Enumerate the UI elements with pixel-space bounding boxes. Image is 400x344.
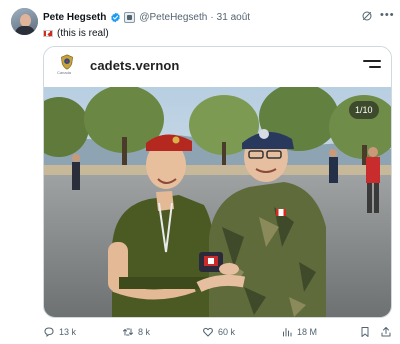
photo-illustration [44, 87, 391, 317]
separator: · [210, 11, 214, 23]
share-button[interactable] [380, 325, 396, 339]
tweet-date[interactable]: 31 août [217, 12, 250, 23]
hamburger-menu-icon[interactable] [363, 59, 381, 69]
share-icon [381, 327, 391, 337]
media-card[interactable]: Canada cadets.vernon 1/10 [43, 46, 392, 318]
author-handle[interactable]: @PeteHegseth [139, 12, 207, 23]
like-button[interactable]: 60 k [202, 325, 235, 339]
views-icon [283, 328, 292, 337]
crest-label: Canada [57, 70, 72, 75]
tweet[interactable]: Pete Hegseth @PeteHegseth · 31 août ••• … [0, 0, 400, 344]
tweet-header: Pete Hegseth @PeteHegseth · 31 août [43, 9, 250, 25]
action-bar: 13 k 8 k 60 k 18 M [43, 325, 392, 339]
heart-icon [203, 327, 213, 337]
card-site-name[interactable]: cadets.vernon [90, 58, 179, 73]
bookmark-button[interactable] [359, 325, 375, 339]
retweet-count: 8 k [138, 327, 151, 337]
verified-badge-icon [111, 12, 121, 22]
tweet-text: (this is real) [43, 27, 109, 39]
retweet-icon [123, 328, 133, 336]
canada-flag-icon [43, 29, 53, 37]
views-count: 18 M [297, 327, 318, 337]
reply-button[interactable]: 13 k [43, 325, 76, 339]
author-name[interactable]: Pete Hegseth [43, 12, 106, 23]
reply-icon [44, 327, 54, 337]
grok-icon[interactable] [361, 10, 373, 22]
more-icon[interactable]: ••• [380, 9, 395, 21]
reply-count: 13 k [59, 327, 77, 337]
like-count: 60 k [218, 327, 236, 337]
card-header: Canada cadets.vernon [44, 47, 391, 85]
views-button[interactable]: 18 M [281, 325, 317, 339]
media-photo[interactable]: 1/10 [44, 87, 391, 317]
image-counter: 1/10 [349, 101, 379, 119]
retweet-button[interactable]: 8 k [122, 325, 150, 339]
bookmark-icon [361, 327, 369, 337]
cadet-crest-icon [61, 54, 73, 70]
avatar[interactable] [11, 8, 38, 35]
affiliation-badge-icon[interactable] [124, 11, 136, 23]
tweet-body: (this is real) [57, 27, 109, 39]
